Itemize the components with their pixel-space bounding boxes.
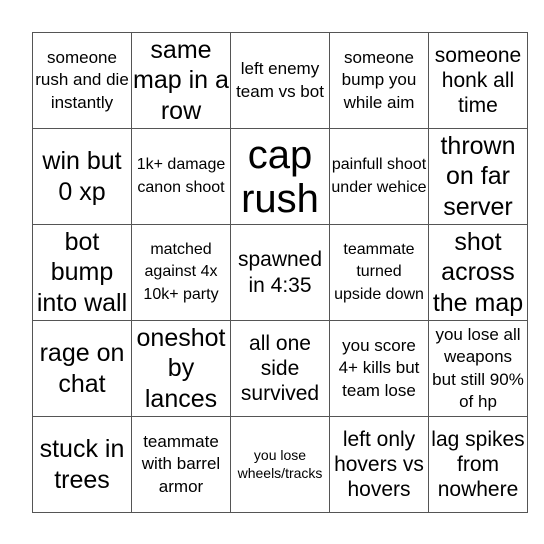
bingo-cell-text: win but 0 xp [42, 147, 122, 206]
bingo-cell[interactable]: you score 4+ kills but team lose [329, 320, 429, 417]
bingo-cell[interactable]: someone rush and die instantly [32, 32, 132, 129]
bingo-cell[interactable]: left enemy team vs bot [230, 32, 330, 129]
bingo-cell-text: teammate with barrel armor [141, 432, 221, 496]
bingo-cell-text: 1k+ damage canon shoot [136, 156, 226, 196]
bingo-board: someone rush and die instantly same map i… [32, 32, 528, 513]
bingo-cell[interactable]: someone honk all time [428, 32, 528, 129]
bingo-cell-text: rage on chat [39, 339, 125, 398]
bingo-cell-text: matched against 4x 10k+ party [143, 240, 219, 303]
bingo-cell[interactable]: win but 0 xp [32, 128, 132, 225]
bingo-cell-text: bot bump into wall [36, 227, 128, 317]
bingo-cell[interactable]: stuck in trees [32, 416, 132, 513]
bingo-row: rage on chat oneshot by lances all one sid… [32, 320, 528, 417]
bingo-cell[interactable]: shot across the map [428, 224, 528, 321]
bingo-cell-text: spawned in 4:35 [237, 248, 323, 297]
bingo-cell-text: all one side survived [240, 331, 320, 406]
bingo-cell-text: same map in a row [133, 35, 229, 125]
bingo-cell[interactable]: you lose all weapons but still 90% of hp [428, 320, 528, 417]
bingo-row: win but 0 xp 1k+ damage canon shoot cap ru… [32, 128, 528, 225]
bingo-cell[interactable]: same map in a row [131, 32, 231, 129]
bingo-cell[interactable]: someone bump you while aim [329, 32, 429, 129]
bingo-cell[interactable]: spawned in 4:35 [230, 224, 330, 321]
bingo-cell[interactable]: lag spikes from nowhere [428, 416, 528, 513]
bingo-cell-text: you score 4+ kills but team lose [338, 336, 420, 400]
bingo-row: stuck in trees teammate with barrel armor… [32, 416, 528, 513]
bingo-cell[interactable]: painfull shoot under wehice [329, 128, 429, 225]
bingo-cell-text: someone rush and die instantly [35, 48, 129, 112]
bingo-cell-text: left only hovers vs hovers [334, 427, 424, 502]
bingo-cell-text: you lose all weapons but still 90% of hp [432, 325, 524, 411]
bingo-cell-text: someone honk all time [434, 43, 522, 118]
bingo-cell[interactable]: all one side survived [230, 320, 330, 417]
bingo-cell-text: teammate turned upside down [334, 240, 424, 303]
bingo-cell-text: oneshot by lances [136, 323, 226, 413]
bingo-cell[interactable]: cap rush [230, 128, 330, 225]
bingo-row: someone rush and die instantly same map i… [32, 32, 528, 129]
bingo-cell-text: shot across the map [432, 227, 524, 317]
bingo-cell-text: thrown on far server [440, 131, 516, 221]
bingo-cell[interactable]: bot bump into wall [32, 224, 132, 321]
bingo-cell[interactable]: rage on chat [32, 320, 132, 417]
bingo-cell-text: someone bump you while aim [341, 48, 417, 112]
bingo-row: bot bump into wall matched against 4x 10k… [32, 224, 528, 321]
bingo-cell[interactable]: matched against 4x 10k+ party [131, 224, 231, 321]
bingo-cell-text: left enemy team vs bot [236, 59, 324, 101]
bingo-cell[interactable]: you lose wheels/tracks [230, 416, 330, 513]
bingo-cell-text: you lose wheels/tracks [237, 447, 323, 482]
bingo-cell[interactable]: oneshot by lances [131, 320, 231, 417]
bingo-cell-text: stuck in trees [39, 435, 125, 494]
bingo-cell[interactable]: thrown on far server [428, 128, 528, 225]
bingo-cell[interactable]: left only hovers vs hovers [329, 416, 429, 513]
bingo-cell-text: painfull shoot under wehice [331, 156, 427, 196]
bingo-cell[interactable]: teammate turned upside down [329, 224, 429, 321]
bingo-cell[interactable]: 1k+ damage canon shoot [131, 128, 231, 225]
bingo-cell-text: lag spikes from nowhere [431, 427, 525, 502]
bingo-cell-text: cap rush [241, 132, 319, 221]
bingo-cell[interactable]: teammate with barrel armor [131, 416, 231, 513]
